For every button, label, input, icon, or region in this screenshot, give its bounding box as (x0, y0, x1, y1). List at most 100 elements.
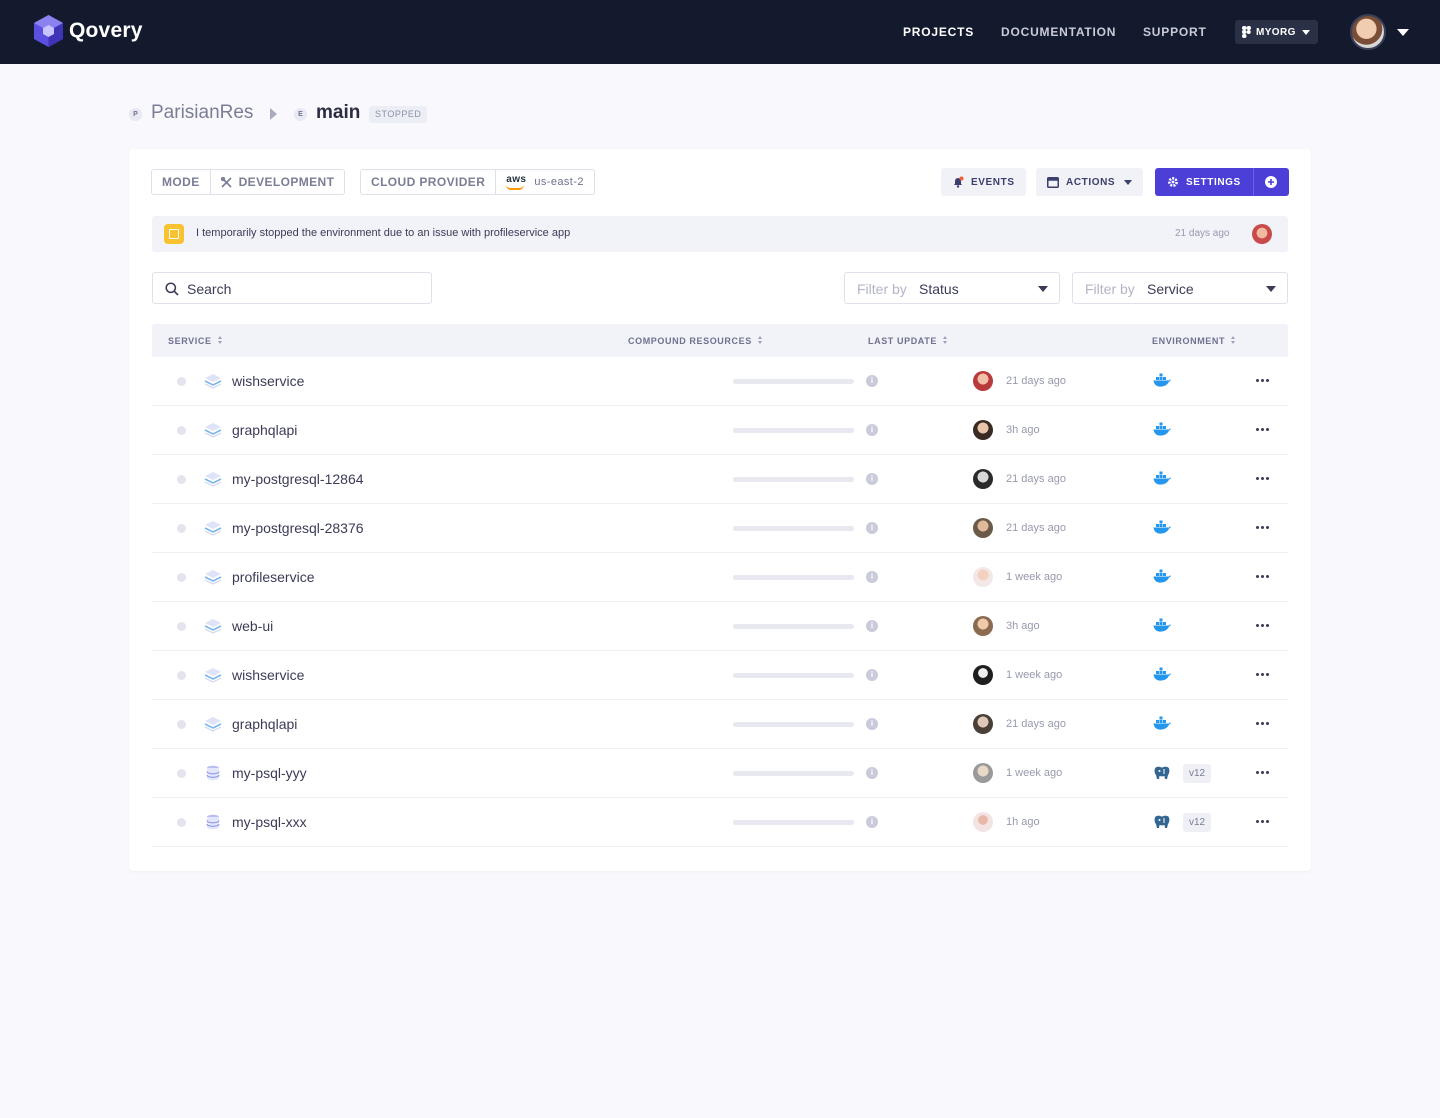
application-icon (204, 521, 222, 536)
table-row[interactable]: wishservice i 21 days ago (152, 357, 1288, 406)
table-row[interactable]: profileservice i 1 week ago (152, 553, 1288, 602)
avatar[interactable] (973, 567, 993, 587)
info-icon[interactable]: i (866, 522, 878, 534)
compound-resources-bar (733, 575, 854, 580)
user-menu-chevron-icon[interactable] (1397, 29, 1409, 36)
service-name[interactable]: wishservice (232, 373, 304, 389)
last-update-time: 3h ago (1006, 424, 1040, 436)
actions-dropdown[interactable]: ACTIONS (1036, 168, 1144, 196)
avatar[interactable] (973, 665, 993, 685)
table-row[interactable]: my-psql-xxx i 1h ago v12 (152, 798, 1288, 847)
docker-icon (1153, 667, 1171, 681)
row-actions-icon[interactable] (1256, 526, 1269, 529)
last-update-time: 21 days ago (1006, 718, 1066, 730)
qovery-logo[interactable]: Qovery (34, 15, 143, 47)
column-header-last-update[interactable]: LAST UPDATE (868, 336, 948, 346)
last-update-time: 3h ago (1006, 620, 1040, 632)
settings-button[interactable]: SETTINGS (1155, 168, 1253, 196)
row-actions-icon[interactable] (1256, 722, 1269, 725)
nav-support[interactable]: SUPPORT (1143, 25, 1207, 39)
avatar[interactable] (973, 616, 993, 636)
avatar[interactable] (973, 469, 993, 489)
environment-notice: I temporarily stopped the environment du… (152, 216, 1288, 252)
info-icon[interactable]: i (866, 424, 878, 436)
sort-icon (1231, 336, 1236, 344)
info-icon[interactable]: i (866, 473, 878, 485)
nav-documentation[interactable]: DOCUMENTATION (1001, 25, 1116, 39)
compound-resources-bar (733, 820, 854, 825)
column-header-environment[interactable]: ENVIRONMENT (1152, 336, 1236, 346)
table-row[interactable]: web-ui i 3h ago (152, 602, 1288, 651)
notice-text: I temporarily stopped the environment du… (196, 227, 571, 239)
nav-projects[interactable]: PROJECTS (903, 25, 974, 39)
avatar[interactable] (973, 371, 993, 391)
table-row[interactable]: my-psql-yyy i 1 week ago v12 (152, 749, 1288, 798)
service-name[interactable]: graphqlapi (232, 716, 297, 732)
row-actions-icon[interactable] (1256, 771, 1269, 774)
docker-icon (1153, 422, 1171, 436)
info-icon[interactable]: i (866, 767, 878, 779)
table-row[interactable]: my-postgresql-12864 i 21 days ago (152, 455, 1288, 504)
search-input[interactable]: Search (152, 272, 432, 304)
column-header-service[interactable]: SERVICE (168, 336, 223, 346)
row-actions-icon[interactable] (1256, 624, 1269, 627)
service-name[interactable]: my-psql-yyy (232, 765, 307, 781)
avatar[interactable] (973, 763, 993, 783)
row-actions-icon[interactable] (1256, 820, 1269, 823)
service-name[interactable]: my-postgresql-12864 (232, 471, 364, 487)
service-name[interactable]: my-postgresql-28376 (232, 520, 364, 536)
status-dot (177, 475, 186, 484)
application-icon (204, 717, 222, 732)
info-icon[interactable]: i (866, 620, 878, 632)
table-row[interactable]: my-postgresql-28376 i 21 days ago (152, 504, 1288, 553)
info-icon[interactable]: i (866, 571, 878, 583)
info-icon[interactable]: i (866, 669, 878, 681)
service-name[interactable]: profileservice (232, 569, 314, 585)
row-actions-icon[interactable] (1256, 575, 1269, 578)
table-row[interactable]: wishservice i 1 week ago (152, 651, 1288, 700)
service-name[interactable]: graphqlapi (232, 422, 297, 438)
status-dot (177, 573, 186, 582)
info-icon[interactable]: i (866, 375, 878, 387)
info-icon[interactable]: i (866, 816, 878, 828)
row-actions-icon[interactable] (1256, 379, 1269, 382)
database-icon (206, 814, 220, 830)
project-badge: P (129, 108, 142, 121)
compound-resources-bar (733, 379, 854, 384)
user-avatar[interactable] (1350, 14, 1386, 50)
breadcrumb-project[interactable]: ParisianRes (151, 102, 253, 124)
row-actions-icon[interactable] (1256, 477, 1269, 480)
org-switcher[interactable]: MYORG (1235, 20, 1318, 44)
events-button[interactable]: EVENTS (941, 168, 1026, 196)
service-name[interactable]: my-psql-xxx (232, 814, 307, 830)
avatar[interactable] (973, 518, 993, 538)
avatar[interactable] (973, 714, 993, 734)
service-name[interactable]: web-ui (232, 618, 273, 634)
application-icon (204, 668, 222, 683)
filter-status-select[interactable]: Filter by Status (844, 272, 1060, 304)
compound-resources-bar (733, 428, 854, 433)
avatar[interactable] (1252, 224, 1272, 244)
docker-icon (1153, 373, 1171, 387)
avatar[interactable] (973, 420, 993, 440)
breadcrumb-environment[interactable]: main (316, 102, 360, 124)
table-row[interactable]: graphqlapi i 21 days ago (152, 700, 1288, 749)
row-actions-icon[interactable] (1256, 673, 1269, 676)
info-icon[interactable]: i (866, 718, 878, 730)
service-name[interactable]: wishservice (232, 667, 304, 683)
filter-label: Filter by (1085, 281, 1135, 297)
column-header-compound-resources[interactable]: COMPOUND RESOURCES (628, 336, 763, 346)
table-row[interactable]: graphqlapi i 3h ago (152, 406, 1288, 455)
application-icon (204, 570, 222, 585)
last-update-time: 21 days ago (1006, 522, 1066, 534)
postgresql-icon (1154, 815, 1170, 828)
actions-label: ACTIONS (1066, 176, 1116, 188)
status-dot (177, 426, 186, 435)
mode-label: MODE (162, 175, 200, 189)
avatar[interactable] (973, 812, 993, 832)
settings-more-button[interactable] (1252, 168, 1289, 196)
status-dot (177, 622, 186, 631)
row-actions-icon[interactable] (1256, 428, 1269, 431)
filter-service-select[interactable]: Filter by Service (1072, 272, 1288, 304)
tools-icon (220, 176, 232, 188)
